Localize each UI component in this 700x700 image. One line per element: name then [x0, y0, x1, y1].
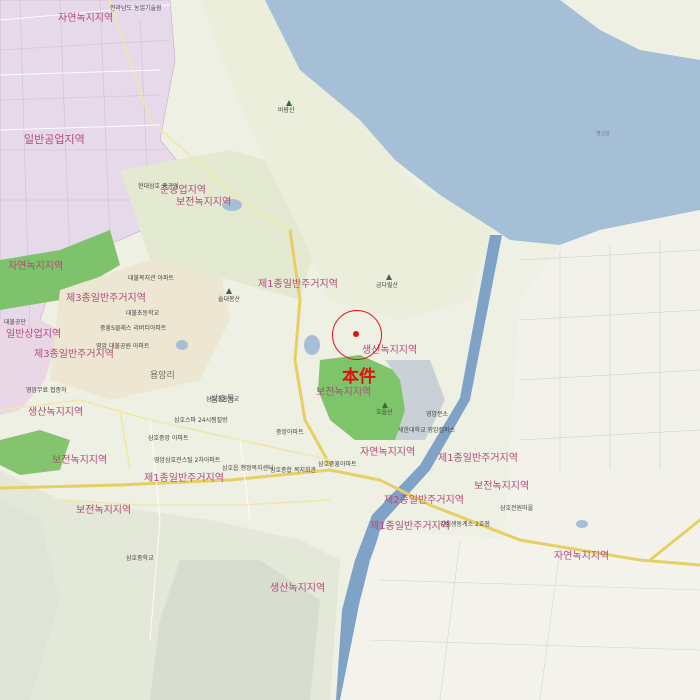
place-label: 영암분소: [426, 411, 449, 418]
subject-label: 本件: [342, 367, 376, 387]
mountain-peak-icon: [382, 402, 388, 408]
zone-label: 자연녹지지역: [58, 13, 114, 24]
zone-label: 생산녹지지역: [270, 583, 326, 594]
zone-label: 보전녹지지역: [474, 481, 530, 492]
mountain-peak-icon: [226, 288, 232, 294]
mountain-peak-icon: [286, 100, 292, 106]
mountain-peak-icon: [386, 274, 392, 280]
zone-label: 보전녹지지역: [52, 455, 108, 466]
place-label: 영암삼호전스틸 2차아파트: [154, 457, 221, 464]
place-label: 삼호읍 행정복지센터: [222, 465, 274, 472]
place-label: 대불공단: [4, 319, 27, 326]
zone-label: 일반공업지역: [24, 133, 85, 146]
place-label: 대불초등학교: [126, 310, 160, 317]
place-label: 용앙리: [150, 371, 175, 381]
subject-point[interactable]: [353, 331, 359, 337]
zone-label: 제3종일반주거지역: [66, 293, 146, 304]
zone-label: 제1종일반주거지역: [438, 453, 518, 464]
zone-label: 자연녹지지역: [554, 551, 610, 562]
zone-label: 자연녹지지역: [8, 261, 64, 272]
place-label: 삼호중학교: [126, 555, 154, 562]
place-label: 삼호중흥아파트: [318, 461, 357, 468]
zone-label: 제1종일반주거지역: [370, 521, 450, 532]
peak-label: 솔대봉산: [218, 296, 241, 303]
zoning-map[interactable]: 자연녹지지역 일반공업지역 준공업지역 보전녹지지역 자연녹지지역 제3종일반주…: [0, 0, 700, 700]
zone-label: 제3종일반주거지역: [34, 349, 114, 360]
place-label: 삼호종합 복지회관: [270, 467, 317, 474]
zone-label: 생산녹지지역: [28, 407, 84, 418]
place-label: 대불복지관 아파트: [128, 275, 175, 282]
place-label: 삼호중앙 아파트: [148, 435, 189, 442]
zone-label: 제1종일반주거지역: [258, 279, 338, 290]
place-label: 삼호스파 24시찜질방: [174, 417, 228, 424]
zone-label: 일반상업지역: [6, 329, 62, 340]
zone-label: 제2종일반주거지역: [384, 495, 464, 506]
zone-label: 보전녹지지역: [316, 387, 372, 398]
zone-label: 보전녹지지역: [76, 505, 132, 516]
zone-label: 보전녹지지역: [176, 197, 232, 208]
peak-label: 바람산: [278, 107, 295, 114]
zone-label: 제1종일반주거지역: [144, 473, 224, 484]
place-label: 삼호초등학교: [206, 396, 240, 403]
zone-label: 자연녹지지역: [360, 447, 416, 458]
place-label: 영산강: [596, 131, 610, 137]
place-label: 세한대학교 영암캠퍼스: [398, 427, 456, 434]
place-label: 전라남도 농업기술원: [110, 5, 162, 12]
place-label: 현대삼호 중공업: [138, 183, 179, 190]
place-label: 영암 대불공원 아파트: [96, 343, 150, 350]
place-label: 강침생동계소 2호점: [440, 521, 490, 528]
place-label: 중흥S클래스 리버티아파트: [100, 325, 167, 332]
place-label: 영암무료 접종처: [26, 387, 67, 394]
peak-label: 호을산: [376, 409, 393, 416]
place-label: 삼호전원마을: [500, 505, 534, 512]
peak-label: 금다릴산: [376, 282, 399, 289]
place-label: 중앙아파트: [276, 429, 304, 436]
